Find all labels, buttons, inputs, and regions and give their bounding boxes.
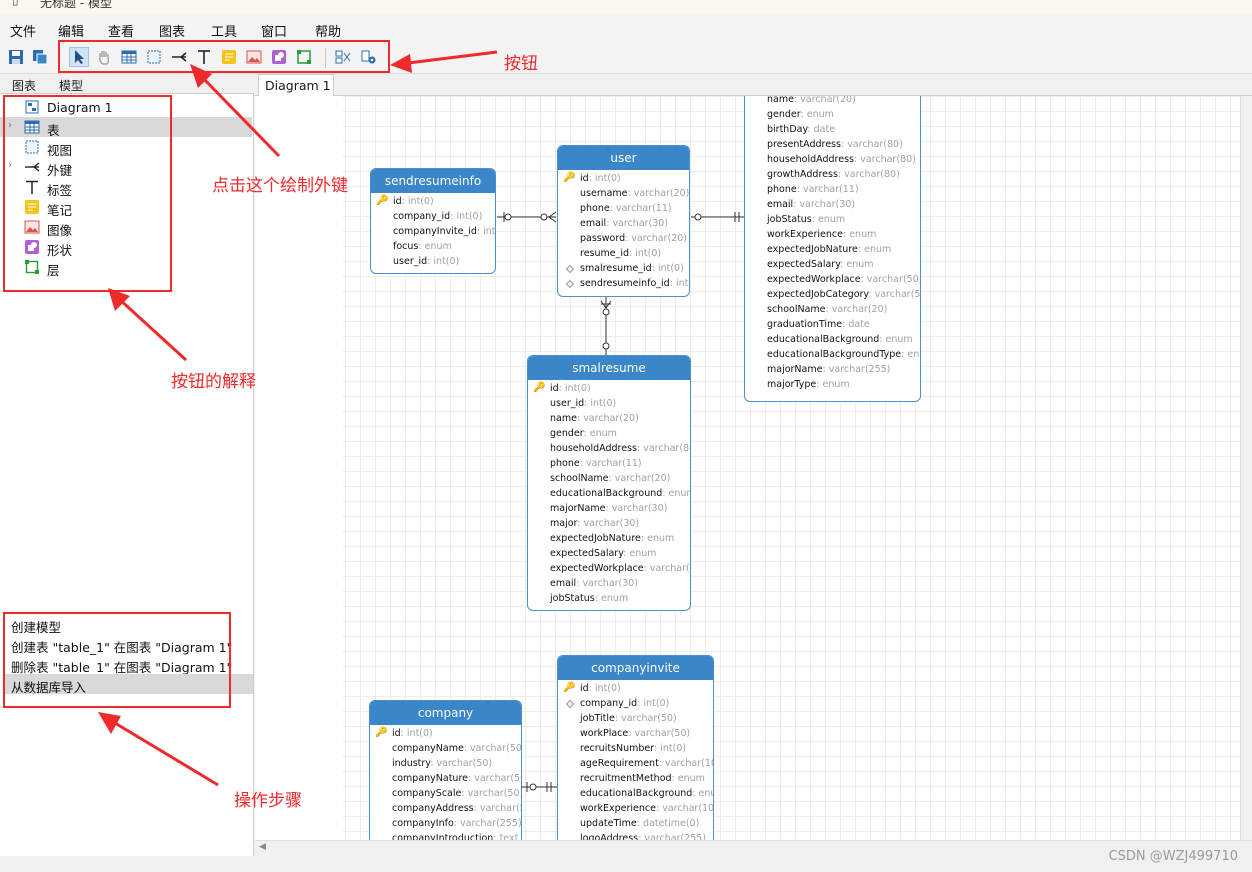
menu-diagram[interactable]: 图表 [159,21,185,40]
vertical-scrollbar[interactable] [1240,96,1252,840]
save-icon[interactable] [6,47,26,67]
app-icon: ▯ [12,0,19,7]
scroll-left-icon[interactable]: ◀ [259,842,266,852]
annotation-steps: 操作步骤 [234,791,302,811]
horizontal-scrollbar[interactable]: ◀ [255,840,1252,854]
annotation-buttons-explain: 按钮的解释 [171,372,256,392]
tab-diagram-1[interactable]: Diagram 1 [258,74,334,96]
annotation-buttons: 按钮 [504,54,538,74]
menu-file[interactable]: 文件 [10,21,36,40]
relationship-lines [497,211,744,792]
annotation-box-history [3,612,231,708]
menu-view[interactable]: 查看 [108,21,134,40]
diagram-tabs: Diagram 1 [255,74,1252,96]
window-title: 无标题 - 模型 [40,0,112,10]
diagram-canvas[interactable]: sendresumeinfo 🔑 id: int(0) company_id: int… [255,96,1240,840]
menu-bar: 文件 编辑 查看 图表 工具 窗口 帮助 [0,14,1252,40]
title-bar: ▯ 无标题 - 模型 [0,0,1252,14]
menu-window[interactable]: 窗口 [261,21,287,40]
menu-help[interactable]: 帮助 [315,21,341,40]
tab-model[interactable]: 模型 [59,77,83,94]
watermark: CSDN @WZJ499710 [1108,849,1238,864]
menu-tools[interactable]: 工具 [211,21,237,40]
save-as-icon[interactable] [30,47,50,67]
tab-diagram[interactable]: 图表 [12,77,36,94]
annotation-foreign-key: 点击这个绘制外键 [212,176,348,196]
left-panel-tabs: 图表 模型 [0,74,254,94]
menu-edit[interactable]: 编辑 [58,21,84,40]
annotation-box-buttons [58,40,390,73]
status-bar [0,856,1252,872]
annotation-box-tree [3,95,172,292]
